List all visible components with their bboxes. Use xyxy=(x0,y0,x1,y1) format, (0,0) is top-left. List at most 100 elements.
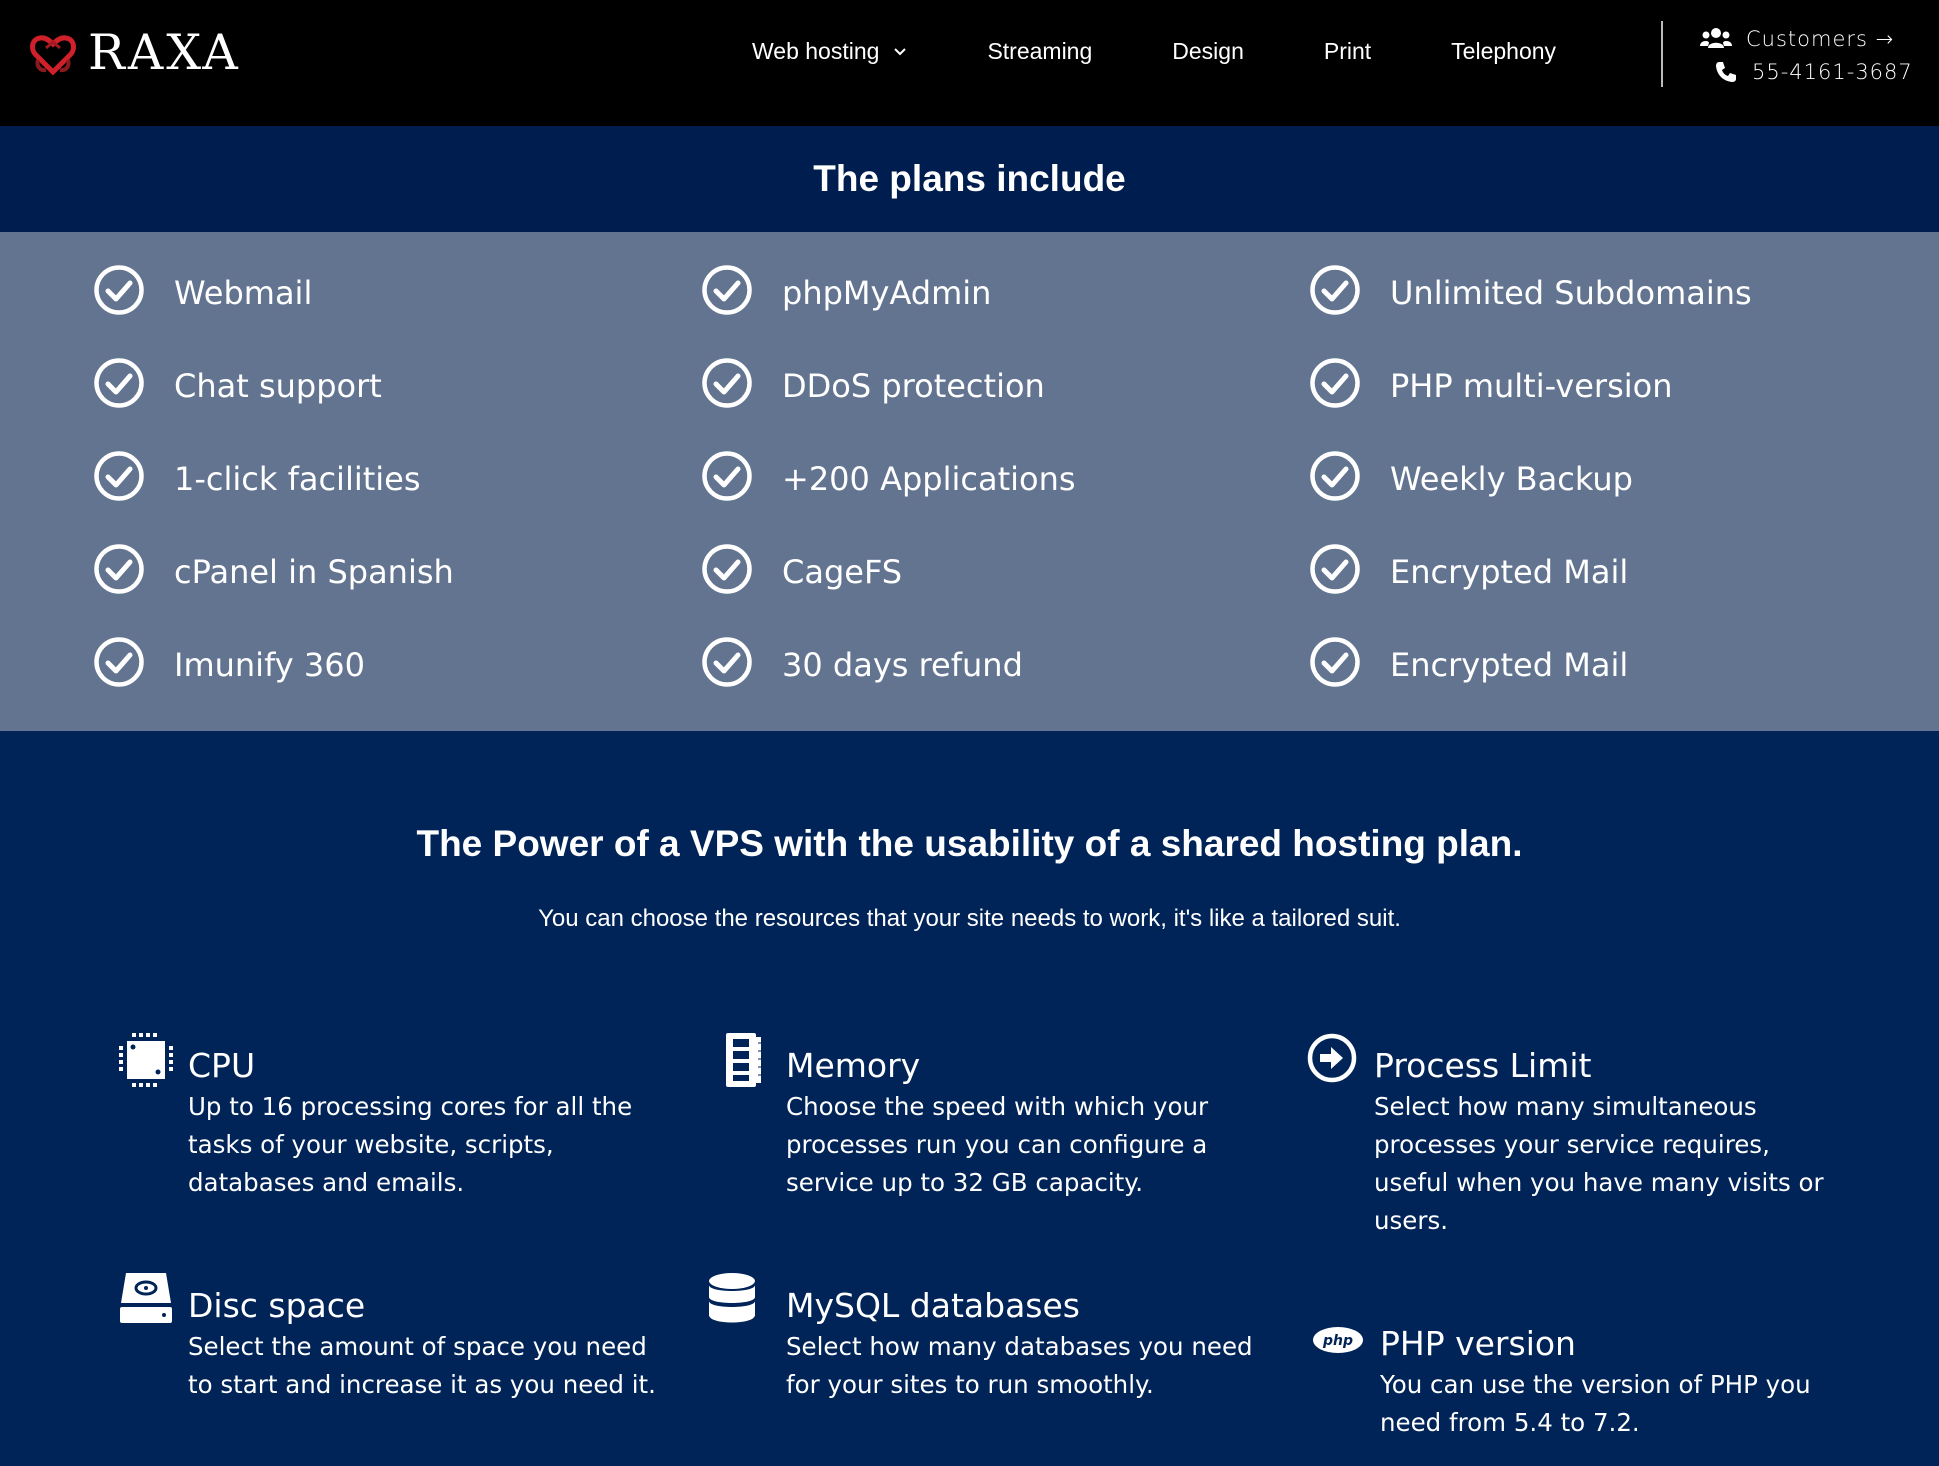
site-header: RAXA Web hosting Streaming Design Print … xyxy=(0,0,1939,126)
contact-block: Customers → 55-4161-3687 xyxy=(1700,22,1913,88)
check-circle-icon xyxy=(701,357,753,409)
desc-line: for your sites to run smoothly. xyxy=(786,1370,1154,1400)
svg-text:php: php xyxy=(1322,1333,1353,1349)
nav-print[interactable]: Print xyxy=(1324,38,1371,65)
plan-feature-label: cPanel in Spanish xyxy=(174,553,454,591)
database-icon xyxy=(709,1273,755,1323)
plan-feature-item: cPanel in Spanish xyxy=(93,543,701,636)
resource-mysql: MySQL databases Select how many database… xyxy=(702,1273,1253,1404)
plan-feature-item: Weekly Backup xyxy=(1309,450,1917,543)
check-circle-icon xyxy=(1309,450,1361,502)
desc-line: Select how many simultaneous xyxy=(1374,1092,1757,1122)
plan-feature-label: Imunify 360 xyxy=(174,646,365,684)
desc-line: service up to 32 GB capacity. xyxy=(786,1168,1144,1198)
brand-name: RAXA xyxy=(88,24,241,81)
nav-design[interactable]: Design xyxy=(1172,38,1244,65)
plan-feature-label: Weekly Backup xyxy=(1390,460,1633,498)
check-circle-icon xyxy=(701,264,753,316)
nav-label: Telephony xyxy=(1451,38,1557,64)
check-circle-icon xyxy=(93,450,145,502)
brand-logo[interactable]: RAXA xyxy=(30,28,241,77)
resource-desc: Select how many simultaneous processes y… xyxy=(1374,1088,1824,1240)
resource-desc: Select the amount of space you need to s… xyxy=(188,1328,656,1404)
plan-feature-item: DDoS protection xyxy=(701,357,1309,450)
plan-feature-item: 30 days refund xyxy=(701,636,1309,729)
plan-feature-label: 1-click facilities xyxy=(174,460,421,498)
plan-feature-item: Webmail xyxy=(93,264,701,357)
plan-feature-item: +200 Applications xyxy=(701,450,1309,543)
phone-number: 55-4161-3687 xyxy=(1752,59,1913,84)
chevron-down-icon xyxy=(894,47,907,55)
resource-memory: Memory Choose the speed with which your … xyxy=(714,1033,1208,1202)
phone-link[interactable]: 55-4161-3687 xyxy=(1700,55,1913,88)
resource-process-limit: Process Limit Select how many simultaneo… xyxy=(1302,1033,1824,1240)
resource-title: PHP version xyxy=(1380,1324,1576,1363)
php-logo-icon: php xyxy=(1313,1327,1363,1353)
check-circle-icon xyxy=(93,636,145,688)
plans-title-band: The plans include xyxy=(0,126,1939,232)
vps-power-section: The Power of a VPS with the usability of… xyxy=(0,731,1939,1466)
customers-label: Customers → xyxy=(1746,26,1895,51)
customers-link[interactable]: Customers → xyxy=(1700,22,1913,55)
desc-line: processes run you can configure a xyxy=(786,1130,1208,1160)
desc-line: tasks of your website, scripts, xyxy=(188,1130,554,1160)
check-circle-icon xyxy=(701,543,753,595)
desc-line: processes your service requires, xyxy=(1374,1130,1770,1160)
plans-features: Webmail Chat support 1-click facilities cPa… xyxy=(0,232,1939,731)
plan-feature-item: Encrypted Mail xyxy=(1309,543,1917,636)
check-circle-icon xyxy=(93,264,145,316)
plans-title: The plans include xyxy=(813,158,1126,199)
resource-cpu: CPU Up to 16 processing cores for all th… xyxy=(116,1033,632,1202)
resource-disc-space: Disc space Select the amount of space yo… xyxy=(116,1273,656,1404)
desc-line: users. xyxy=(1374,1206,1448,1236)
nav-label: Print xyxy=(1323,38,1372,64)
desc-line: Choose the speed with which your xyxy=(786,1092,1209,1122)
plan-feature-label: 30 days refund xyxy=(782,646,1023,684)
desc-line: You can use the version of PHP you xyxy=(1380,1370,1811,1400)
desc-line: useful when you have many visits or xyxy=(1374,1168,1824,1198)
resource-desc: Up to 16 processing cores for all the ta… xyxy=(188,1088,632,1202)
plans-column: Unlimited Subdomains PHP multi-version Wee… xyxy=(1309,264,1917,731)
plan-feature-item: phpMyAdmin xyxy=(701,264,1309,357)
desc-line: Select how many databases you need xyxy=(786,1332,1253,1362)
plan-feature-label: Chat support xyxy=(174,367,382,405)
plan-feature-label: Webmail xyxy=(174,274,313,312)
plans-column: phpMyAdmin DDoS protection +200 Applicatio… xyxy=(701,264,1309,731)
nav-web-hosting[interactable]: Web hosting xyxy=(752,38,907,65)
hard-disk-icon xyxy=(120,1273,172,1323)
memory-icon xyxy=(726,1033,761,1087)
plan-feature-label: CageFS xyxy=(782,553,903,591)
resource-title: Process Limit xyxy=(1374,1046,1592,1085)
nav-label: Design xyxy=(1172,38,1244,64)
plan-feature-item: Encrypted Mail xyxy=(1309,636,1917,729)
plan-feature-item: Imunify 360 xyxy=(93,636,701,729)
plan-feature-label: Unlimited Subdomains xyxy=(1390,274,1752,312)
plan-feature-item: Unlimited Subdomains xyxy=(1309,264,1917,357)
check-circle-icon xyxy=(93,357,145,409)
phone-icon xyxy=(1716,61,1736,82)
check-circle-icon xyxy=(1309,636,1361,688)
nav-label: Streaming xyxy=(987,38,1093,64)
plan-feature-item: 1-click facilities xyxy=(93,450,701,543)
plan-feature-label: Encrypted Mail xyxy=(1390,553,1629,591)
resource-desc: Choose the speed with which your process… xyxy=(786,1088,1208,1202)
resource-title: Memory xyxy=(786,1046,921,1085)
users-icon xyxy=(1700,27,1732,48)
resource-title: CPU xyxy=(188,1046,256,1085)
desc-line: to start and increase it as you need it. xyxy=(188,1370,656,1400)
heart-logo-icon xyxy=(30,34,76,76)
desc-line: Select the amount of space you need xyxy=(188,1332,647,1362)
check-circle-icon xyxy=(93,543,145,595)
plan-feature-label: DDoS protection xyxy=(782,367,1045,405)
power-subtitle: You can choose the resources that your s… xyxy=(538,905,1401,932)
resource-desc: Select how many databases you need for y… xyxy=(786,1328,1253,1404)
nav-streaming[interactable]: Streaming xyxy=(987,38,1092,65)
plan-feature-item: PHP multi-version xyxy=(1309,357,1917,450)
plan-feature-item: Chat support xyxy=(93,357,701,450)
check-circle-icon xyxy=(701,450,753,502)
process-arrow-icon xyxy=(1307,1033,1357,1083)
nav-telephony[interactable]: Telephony xyxy=(1451,38,1556,65)
desc-line: databases and emails. xyxy=(188,1168,465,1198)
resource-title: MySQL databases xyxy=(786,1286,1080,1325)
header-divider xyxy=(1661,21,1663,87)
